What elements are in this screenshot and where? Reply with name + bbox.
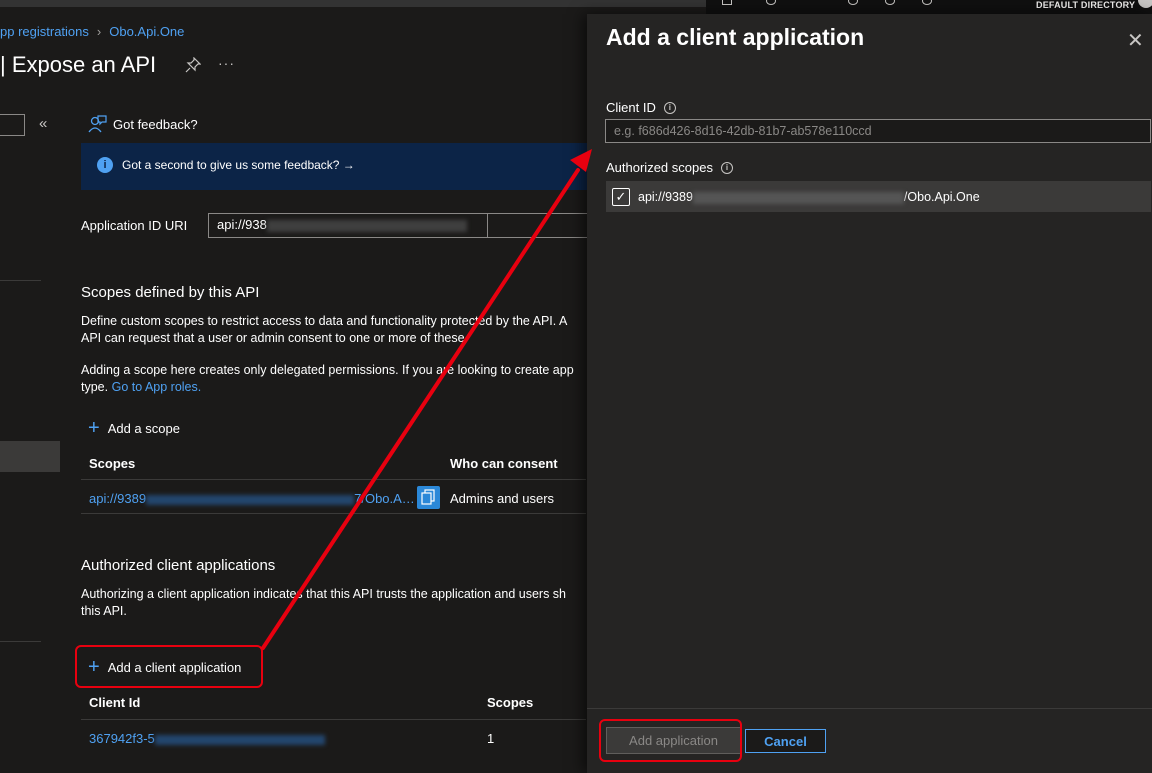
client-scopes-count: 1 bbox=[487, 731, 495, 746]
pin-icon[interactable] bbox=[185, 56, 202, 73]
client-id-label: Client ID bbox=[606, 100, 656, 115]
table-header-divider bbox=[81, 479, 586, 480]
authorized-clients-description-line-2: this API. bbox=[81, 604, 127, 618]
directory-label[interactable]: DEFAULT DIRECTORY bbox=[1036, 0, 1135, 10]
column-header-scopes[interactable]: Scopes bbox=[487, 695, 533, 710]
portal-menu-icon[interactable] bbox=[722, 0, 732, 5]
authorized-scopes-label: Authorized scopes bbox=[606, 160, 713, 175]
column-header-scopes[interactable]: Scopes bbox=[89, 456, 135, 471]
info-icon: i bbox=[97, 157, 113, 173]
add-scope-label: Add a scope bbox=[107, 420, 180, 436]
feedback-button[interactable]: Got feedback? bbox=[87, 115, 198, 133]
client-id-label-row: Client ID i bbox=[606, 100, 676, 115]
table-row: 367942f3-5 bbox=[89, 731, 325, 746]
authorized-clients-description: Authorizing a client application indicat… bbox=[81, 586, 591, 620]
breadcrumb-separator-icon: › bbox=[96, 24, 102, 39]
feedback-label: Got feedback? bbox=[113, 116, 198, 132]
annotation-highlight-box bbox=[599, 719, 742, 762]
scopes-description-line-2: API can request that a user or admin con… bbox=[81, 331, 469, 345]
add-scope-button[interactable]: + Add a scope bbox=[88, 417, 180, 439]
nav-divider bbox=[0, 280, 41, 281]
scope-label: api://9389/Obo.Api.One bbox=[638, 190, 980, 204]
table-row: api://9389 7/Obo.A… bbox=[89, 491, 415, 506]
close-icon[interactable]: ✕ bbox=[1127, 28, 1144, 53]
plus-icon: + bbox=[88, 417, 100, 439]
annotation-highlight-box bbox=[75, 645, 263, 688]
cancel-button[interactable]: Cancel bbox=[745, 729, 826, 753]
scopes-description: Define custom scopes to restrict access … bbox=[81, 313, 591, 347]
more-options-icon[interactable]: ··· bbox=[218, 55, 235, 71]
panel-footer-divider bbox=[587, 708, 1152, 709]
feedback-banner-link[interactable]: Got a second to give us some feedback? → bbox=[122, 158, 355, 172]
application-id-uri-field[interactable]: api://938 bbox=[208, 213, 588, 238]
scopes-section-title: Scopes defined by this API bbox=[81, 284, 260, 301]
redacted-value bbox=[154, 734, 325, 745]
application-id-uri-label: Application ID URI bbox=[81, 218, 188, 233]
collapse-nav-icon[interactable]: « bbox=[39, 115, 47, 132]
authorized-scopes-label-row: Authorized scopes i bbox=[606, 160, 733, 175]
scopes-note: Adding a scope here creates only delegat… bbox=[81, 362, 591, 396]
feedback-icon bbox=[88, 115, 107, 133]
scopes-note-line-1: Adding a scope here creates only delegat… bbox=[81, 363, 574, 377]
go-to-app-roles-link[interactable]: Go to App roles. bbox=[112, 380, 202, 394]
page-title: | Expose an API bbox=[0, 52, 157, 77]
redacted-value bbox=[266, 219, 467, 232]
breadcrumb-app-registrations[interactable]: pp registrations bbox=[0, 24, 89, 39]
column-header-who-can-consent[interactable]: Who can consent bbox=[450, 456, 558, 471]
column-header-client-id[interactable]: Client Id bbox=[89, 695, 140, 710]
panel-title: Add a client application bbox=[606, 24, 865, 50]
client-id-input[interactable] bbox=[605, 119, 1151, 143]
application-id-uri-value: api://938 bbox=[217, 217, 267, 232]
info-icon[interactable]: i bbox=[663, 101, 676, 114]
who-can-consent-value: Admins and users bbox=[450, 491, 555, 506]
redacted-value bbox=[692, 191, 904, 204]
authorized-clients-description-line-1: Authorizing a client application indicat… bbox=[81, 587, 567, 601]
authorized-clients-section-title: Authorized client applications bbox=[81, 557, 276, 574]
scopes-note-line-2: type. bbox=[81, 380, 109, 394]
table-header-divider bbox=[81, 719, 586, 720]
nav-item-expose-an-api[interactable] bbox=[0, 441, 60, 472]
breadcrumb-obo-api-one[interactable]: Obo.Api.One bbox=[109, 24, 184, 39]
copy-icon[interactable] bbox=[417, 486, 440, 509]
breadcrumb: pp registrations › Obo.Api.One bbox=[0, 24, 184, 39]
scopes-description-line-1: Define custom scopes to restrict access … bbox=[81, 314, 568, 328]
scope-checkbox[interactable]: ✓ bbox=[612, 188, 630, 206]
nav-search-input[interactable] bbox=[0, 114, 25, 136]
table-row-divider bbox=[81, 513, 586, 514]
scope-link[interactable]: api://9389 7/Obo.A… bbox=[89, 491, 415, 506]
nav-divider bbox=[0, 641, 41, 642]
client-id-link[interactable]: 367942f3-5 bbox=[89, 731, 325, 746]
redacted-value bbox=[146, 494, 355, 505]
info-icon[interactable]: i bbox=[720, 161, 733, 174]
field-divider bbox=[487, 214, 488, 237]
